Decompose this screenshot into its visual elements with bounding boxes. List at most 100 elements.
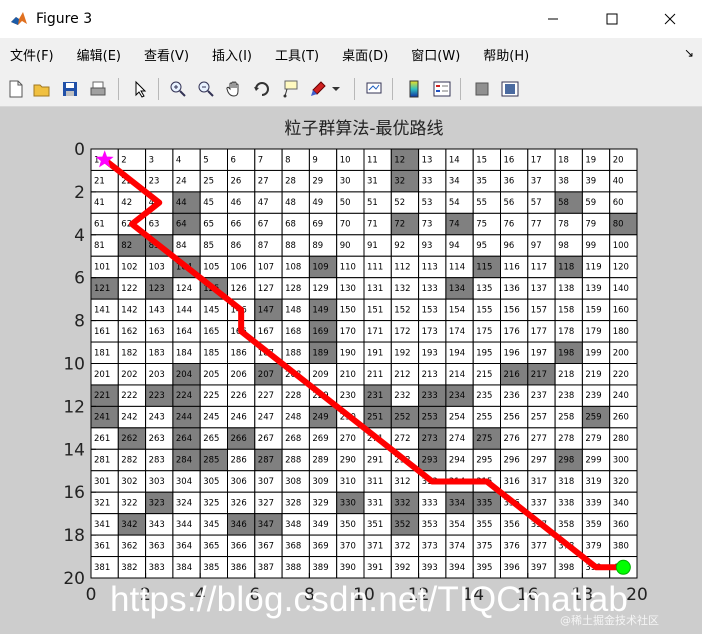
cell-label: 380: [613, 541, 629, 551]
toolbar-separator: [118, 78, 119, 100]
cell-label: 390: [340, 563, 356, 573]
cell-label: 347: [258, 520, 274, 530]
open-file-icon[interactable]: [30, 77, 54, 101]
cell-label: 375: [476, 541, 492, 551]
cell-label: 312: [394, 477, 410, 487]
menu-overflow-icon[interactable]: ↘: [684, 46, 694, 60]
cell-label: 23: [149, 177, 160, 187]
cell-label: 207: [258, 370, 274, 380]
menu-desktop[interactable]: 桌面(D): [342, 45, 388, 64]
cell-label: 127: [258, 284, 274, 294]
cell-label: 216: [504, 370, 520, 380]
rotate-3d-icon[interactable]: [250, 77, 274, 101]
cell-label: 17: [531, 155, 542, 165]
cell-label: 393: [422, 563, 438, 573]
save-icon[interactable]: [58, 77, 82, 101]
cell-label: 101: [94, 263, 110, 273]
chart-title: 粒子群算法-最优路线: [284, 119, 443, 139]
cell-label: 362: [121, 541, 137, 551]
cell-label: 220: [613, 370, 629, 380]
cell-label: 188: [285, 348, 301, 358]
cell-label: 81: [94, 241, 105, 251]
menu-edit[interactable]: 编辑(E): [77, 45, 121, 64]
zoom-in-icon[interactable]: [166, 77, 190, 101]
cell-label: 304: [176, 477, 192, 487]
link-plot-icon[interactable]: [362, 77, 386, 101]
cell-label: 270: [340, 434, 356, 444]
legend-icon[interactable]: [430, 77, 454, 101]
print-icon[interactable]: [86, 77, 110, 101]
menu-insert[interactable]: 插入(I): [212, 45, 252, 64]
cell-label: 241: [94, 413, 110, 423]
cell-label: 30: [340, 177, 351, 187]
cell-label: 48: [285, 198, 296, 208]
hide-plot-tools-icon[interactable]: [470, 77, 494, 101]
cell-label: 165: [203, 327, 219, 337]
cell-label: 4: [176, 155, 181, 165]
new-figure-icon[interactable]: [4, 77, 28, 101]
menu-bar: 文件(F) 编辑(E) 查看(V) 插入(I) 工具(T) 桌面(D) 窗口(W…: [0, 40, 702, 68]
cell-label: 310: [340, 477, 356, 487]
cell-label: 74: [449, 220, 460, 230]
cell-label: 328: [285, 498, 301, 508]
data-cursor-icon[interactable]: [278, 77, 302, 101]
watermark-url: https://blog.csdn.net/TIQCmatlab: [110, 580, 629, 619]
close-button[interactable]: [647, 0, 693, 38]
zoom-out-icon[interactable]: [194, 77, 218, 101]
cell-label: 374: [449, 541, 465, 551]
cell-label: 40: [613, 177, 624, 187]
cell-label: 42: [121, 198, 132, 208]
cell-label: 191: [367, 348, 383, 358]
cell-label: 218: [558, 370, 574, 380]
menu-help[interactable]: 帮助(H): [483, 45, 529, 64]
cell-label: 281: [94, 456, 110, 466]
cell-label: 367: [258, 541, 274, 551]
pan-hand-icon[interactable]: [222, 77, 246, 101]
show-plot-tools-icon[interactable]: [498, 77, 522, 101]
cell-label: 177: [531, 327, 547, 337]
cell-label: 108: [285, 263, 301, 273]
pointer-icon[interactable]: [128, 77, 152, 101]
cell-label: 63: [149, 220, 160, 230]
menu-window[interactable]: 窗口(W): [411, 45, 460, 64]
cell-label: 109: [312, 263, 328, 273]
cell-label: 38: [558, 177, 569, 187]
cell-label: 337: [531, 498, 547, 508]
cell-label: 386: [231, 563, 247, 573]
cell-label: 222: [121, 391, 137, 401]
cell-label: 266: [231, 434, 247, 444]
cell-label: 353: [422, 520, 438, 530]
cell-label: 70: [340, 220, 351, 230]
cell-label: 92: [394, 241, 405, 251]
cell-label: 289: [312, 456, 328, 466]
menu-view[interactable]: 查看(V): [144, 45, 189, 64]
cell-label: 389: [312, 563, 328, 573]
menu-file[interactable]: 文件(F): [10, 45, 54, 64]
brush-icon[interactable]: [306, 77, 330, 101]
maximize-icon: [606, 13, 618, 25]
colorbar-icon[interactable]: [402, 77, 426, 101]
menu-tools[interactable]: 工具(T): [275, 45, 319, 64]
maximize-button[interactable]: [589, 0, 635, 38]
cell-label: 181: [94, 348, 110, 358]
cell-label: 385: [203, 563, 219, 573]
minimize-button[interactable]: [530, 0, 576, 38]
cell-label: 192: [394, 348, 410, 358]
cell-label: 254: [449, 413, 465, 423]
cell-label: 348: [285, 520, 301, 530]
cell-label: 301: [94, 477, 110, 487]
cell-label: 391: [367, 563, 383, 573]
cell-label: 238: [558, 391, 574, 401]
minimize-icon: [548, 18, 558, 20]
cell-label: 159: [585, 305, 601, 315]
cell-label: 36: [504, 177, 515, 187]
toolbar-separator: [460, 78, 461, 100]
cell-label: 5: [203, 155, 208, 165]
cell-label: 116: [504, 263, 520, 273]
cell-label: 354: [449, 520, 465, 530]
cell-label: 210: [340, 370, 356, 380]
brush-dropdown-icon[interactable]: [330, 77, 342, 101]
cell-label: 182: [121, 348, 137, 358]
cell-label: 282: [121, 456, 137, 466]
cell-label: 246: [231, 413, 247, 423]
